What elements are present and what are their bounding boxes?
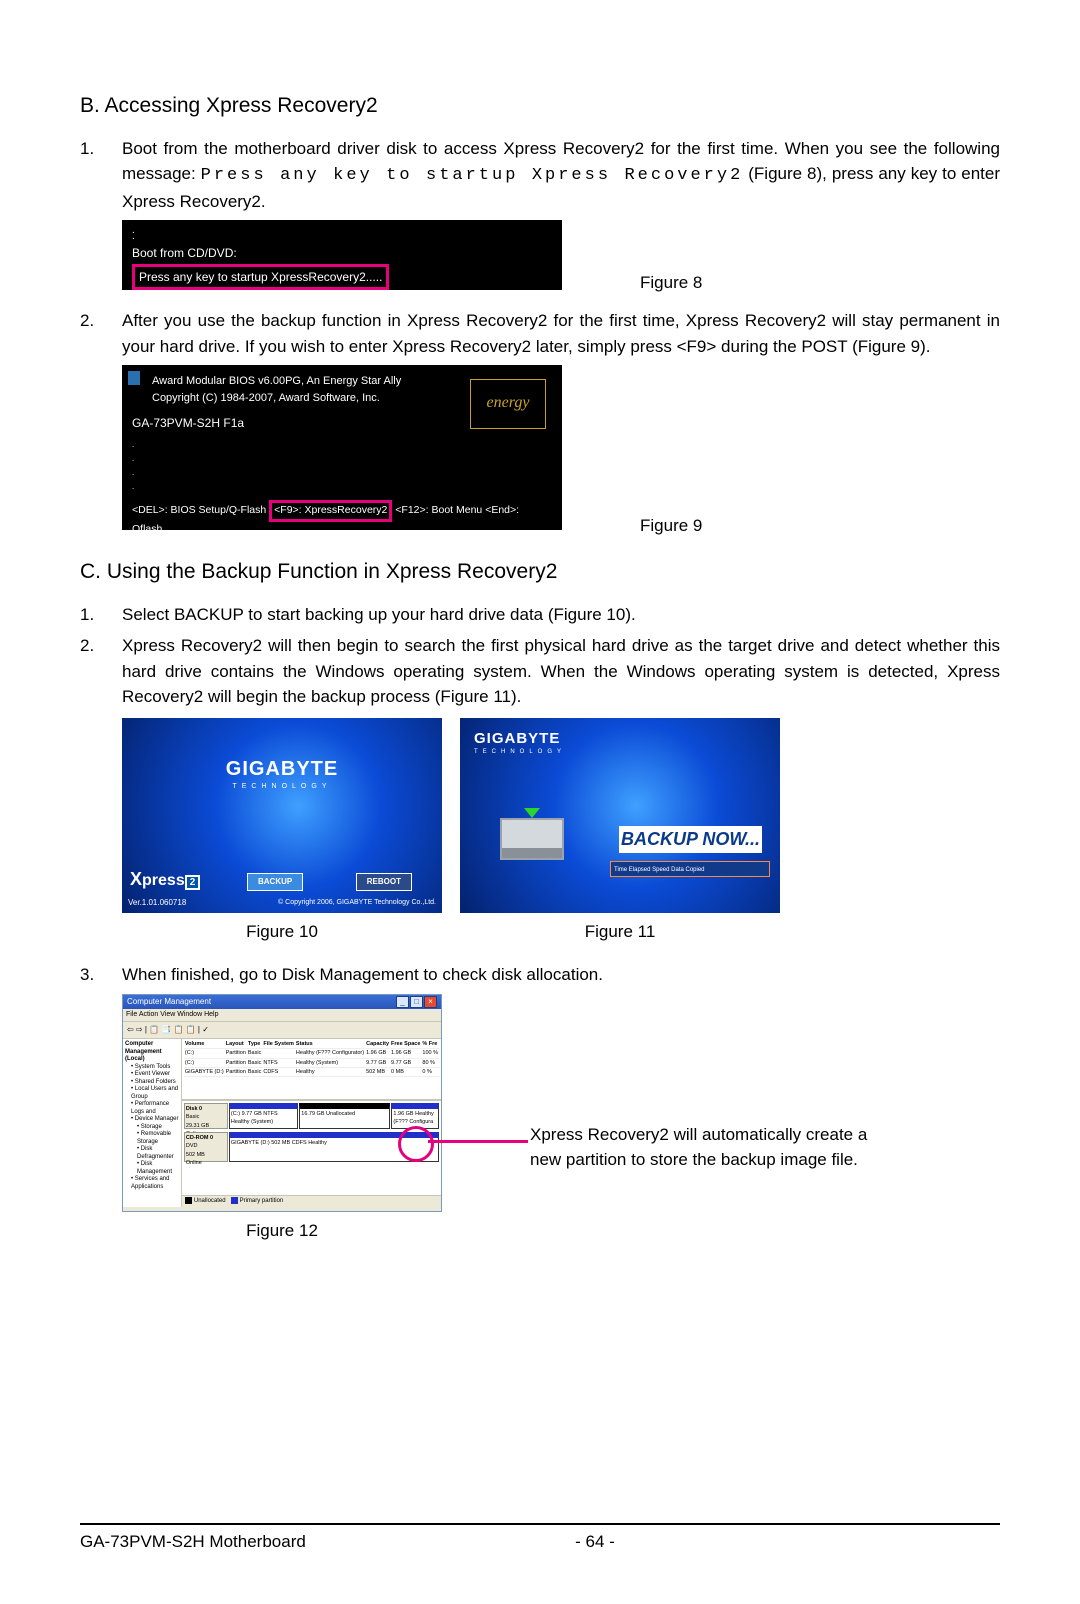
pink-callout-circle	[398, 1126, 434, 1162]
footer-rule	[80, 1523, 1000, 1525]
version-text: Ver.1.01.060718	[128, 897, 186, 909]
list-number: 2.	[80, 633, 122, 710]
list-body: Xpress Recovery2 will then begin to sear…	[122, 633, 1000, 710]
list-number: 2.	[80, 308, 122, 359]
list-body: Boot from the motherboard driver disk to…	[122, 136, 1000, 215]
section-b-heading: B. Accessing Xpress Recovery2	[80, 90, 1000, 122]
figure-10: GIGABYTE TECHNOLOGY Xpress2 BACKUP REBOO…	[122, 718, 442, 913]
window-title: Computer Management	[127, 996, 211, 1008]
copyright-text: © Copyright 2006, GIGABYTE Technology Co…	[278, 898, 436, 909]
list-body: When finished, go to Disk Management to …	[122, 962, 1000, 988]
volume-grid: VolumeLayoutTypeFile SystemStatusCapacit…	[182, 1039, 441, 1101]
figure-10-caption: Figure 10	[246, 919, 318, 945]
legend-bar: Unallocated Primary partition	[182, 1195, 441, 1207]
hotkey-line: <DEL>: BIOS Setup/Q-Flash <F9>: XpressRe…	[132, 500, 552, 538]
list-number: 3.	[80, 962, 122, 988]
list-body: Select BACKUP to start backing up your h…	[122, 602, 1000, 628]
xpress-recovery-badge: Xpress2	[130, 866, 200, 893]
hard-drive-icon	[500, 818, 564, 860]
gigabyte-logo: GIGABYTE	[474, 728, 566, 751]
figure-12-caption: Figure 12	[122, 1218, 442, 1244]
pink-callout-line	[428, 1140, 528, 1143]
partition-unallocated: 16.79 GB Unallocated	[299, 1103, 390, 1129]
footer-product: GA-73PVM-S2H Motherboard	[80, 1529, 465, 1555]
disk-label: Disk 0Basic 29.31 GB Online	[184, 1103, 228, 1129]
award-logo-icon	[128, 371, 140, 385]
figure-9-bios: Award Modular BIOS v6.00PG, An Energy St…	[122, 365, 562, 530]
technology-subtext: TECHNOLOGY	[474, 748, 566, 757]
figure-12-disk-management: Computer Management _□× File Action View…	[122, 994, 442, 1212]
footer-page-number: - 64 -	[575, 1529, 615, 1555]
pink-highlight-box: Press any key to startup XpressRecovery2…	[132, 264, 389, 290]
figure-11-caption: Figure 11	[585, 919, 656, 945]
toolbar: ⇦ ⇨ | 📋 📑 📋 📋 | ✓	[123, 1022, 441, 1039]
partition-box: (C:) 9.77 GB NTFS Healthy (System)	[229, 1103, 298, 1129]
nav-tree: Computer Management (Local) • System Too…	[123, 1039, 182, 1207]
boot-line: Boot from CD/DVD:	[132, 244, 552, 262]
backup-now-label: BACKUP NOW...	[619, 826, 762, 853]
section-c-heading: C. Using the Backup Function in Xpress R…	[80, 556, 1000, 588]
technology-subtext: TECHNOLOGY	[122, 782, 442, 793]
figure-9-caption: Figure 9	[640, 513, 702, 539]
minimize-icon: _	[396, 996, 409, 1008]
mono-prompt: Press any key to startup Xpress Recovery…	[201, 166, 744, 185]
menu-bar: File Action View Window Help	[123, 1009, 441, 1023]
figure-8-caption: Figure 8	[640, 270, 702, 296]
figure-8-bios: .. Boot from CD/DVD: Press any key to st…	[122, 220, 562, 290]
maximize-icon: □	[410, 996, 423, 1008]
backup-button: BACKUP	[247, 873, 303, 891]
pink-highlight-f9: <F9>: XpressRecovery2	[269, 500, 392, 522]
progress-bar: Time Elapsed Speed Data Copied	[610, 861, 770, 877]
figure-11: GIGABYTE TECHNOLOGY BACKUP NOW... Time E…	[460, 718, 780, 913]
hotkey-del: <DEL>: BIOS Setup/Q-Flash	[132, 504, 266, 516]
reboot-button: REBOOT	[356, 873, 412, 891]
window-controls: _□×	[395, 996, 437, 1008]
disk-label: CD-ROM 0DVD 502 MB Online	[184, 1132, 228, 1162]
list-body: After you use the backup function in Xpr…	[122, 308, 1000, 359]
window-titlebar: Computer Management _□×	[123, 995, 441, 1009]
list-number: 1.	[80, 602, 122, 628]
callout-text: Xpress Recovery2 will automatically crea…	[530, 1122, 990, 1173]
list-number: 1.	[80, 136, 122, 215]
download-arrow-icon	[524, 808, 540, 818]
energy-star-icon: energy	[470, 379, 546, 429]
close-icon: ×	[424, 996, 437, 1008]
gigabyte-logo: GIGABYTE	[122, 754, 442, 784]
bios-date: 09/28/2007-NF73-6A61NG02C-00	[132, 538, 552, 554]
